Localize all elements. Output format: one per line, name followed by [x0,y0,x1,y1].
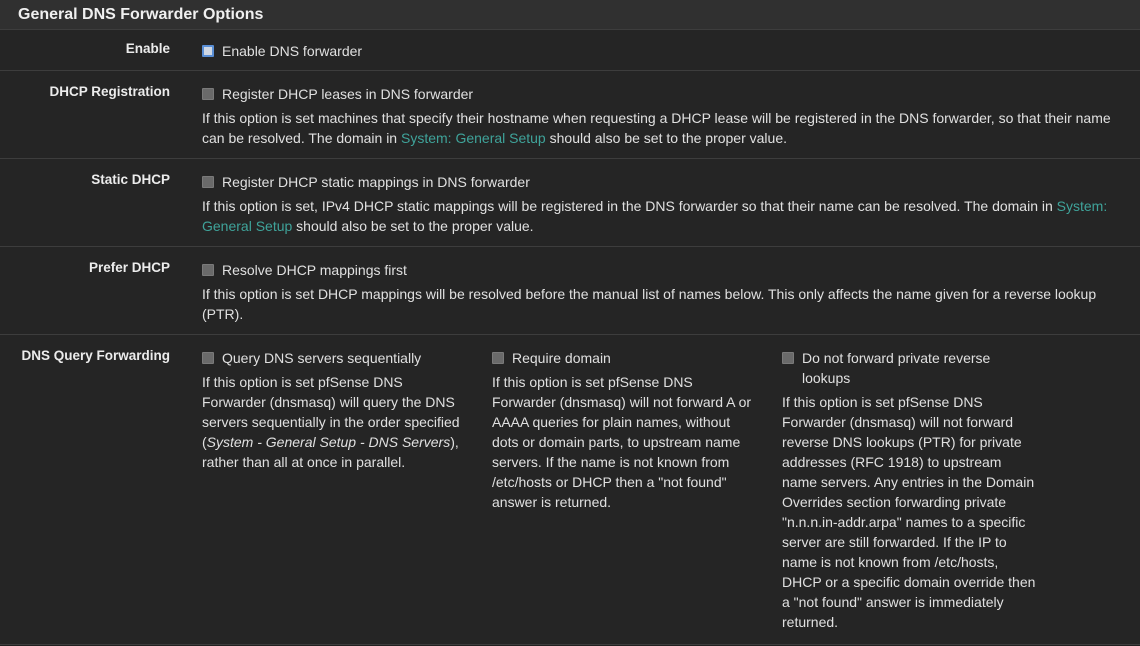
query-sequentially-checkbox-row[interactable]: Query DNS servers sequentially [202,348,468,368]
row-label-dhcp-registration: DHCP Registration [49,84,170,99]
enable-dns-forwarder-checkbox[interactable] [202,45,214,57]
register-static-mappings-checkbox-row[interactable]: Register DHCP static mappings in DNS for… [202,172,1136,192]
row-enable: Enable Enable DNS forwarder [0,30,1140,71]
general-setup-link[interactable]: System: General Setup [401,130,546,146]
no-private-reverse-checkbox[interactable] [782,352,794,364]
panel-title: General DNS Forwarder Options [0,0,1140,30]
row-static-dhcp: Static DHCP Register DHCP static mapping… [0,159,1140,247]
query-sequentially-help: If this option is set pfSense DNS Forwar… [202,374,460,470]
prefer-dhcp-help: If this option is set DHCP mappings will… [202,286,1097,322]
require-domain-column: Require domain If this option is set pfS… [492,348,782,644]
query-sequentially-label: Query DNS servers sequentially [222,350,422,366]
register-dhcp-leases-checkbox[interactable] [202,88,214,100]
static-dhcp-help: If this option is set, IPv4 DHCP static … [202,198,1108,234]
register-dhcp-leases-checkbox-row[interactable]: Register DHCP leases in DNS forwarder [202,84,1136,104]
sequential-column: Query DNS servers sequentially If this o… [202,348,492,644]
require-domain-help: If this option is set pfSense DNS Forwar… [492,374,752,510]
resolve-dhcp-first-checkbox[interactable] [202,264,214,276]
enable-dns-forwarder-checkbox-row[interactable]: Enable DNS forwarder [202,41,1136,61]
row-dns-query-forwarding: DNS Query Forwarding Query DNS servers s… [0,335,1140,645]
row-dhcp-registration: DHCP Registration Register DHCP leases i… [0,71,1140,159]
no-private-reverse-checkbox-row[interactable]: Do not forward private reverse lookups [782,348,1038,388]
enable-dns-forwarder-label: Enable DNS forwarder [222,43,363,59]
register-static-mappings-checkbox[interactable] [202,176,214,188]
no-private-reverse-label: Do not forward private reverse lookups [802,350,991,386]
require-domain-checkbox-row[interactable]: Require domain [492,348,758,368]
register-static-mappings-label: Register DHCP static mappings in DNS for… [222,174,530,190]
require-domain-checkbox[interactable] [492,352,504,364]
row-label-enable: Enable [125,41,170,56]
resolve-dhcp-first-label: Resolve DHCP mappings first [222,262,407,278]
no-private-reverse-column: Do not forward private reverse lookups I… [782,348,1062,644]
register-dhcp-leases-label: Register DHCP leases in DNS forwarder [222,86,474,102]
no-private-reverse-help: If this option is set pfSense DNS Forwar… [782,394,1036,630]
query-sequentially-checkbox[interactable] [202,352,214,364]
dns-forwarder-options-panel: General DNS Forwarder Options Enable Ena… [0,0,1140,646]
row-label-static-dhcp: Static DHCP [91,172,170,187]
row-label-prefer-dhcp: Prefer DHCP [88,260,170,275]
row-label-dns-query-forwarding: DNS Query Forwarding [21,348,170,363]
dhcp-registration-help: If this option is set machines that spec… [202,110,1111,146]
row-prefer-dhcp: Prefer DHCP Resolve DHCP mappings first … [0,247,1140,335]
require-domain-label: Require domain [512,350,611,366]
resolve-dhcp-first-checkbox-row[interactable]: Resolve DHCP mappings first [202,260,1136,280]
